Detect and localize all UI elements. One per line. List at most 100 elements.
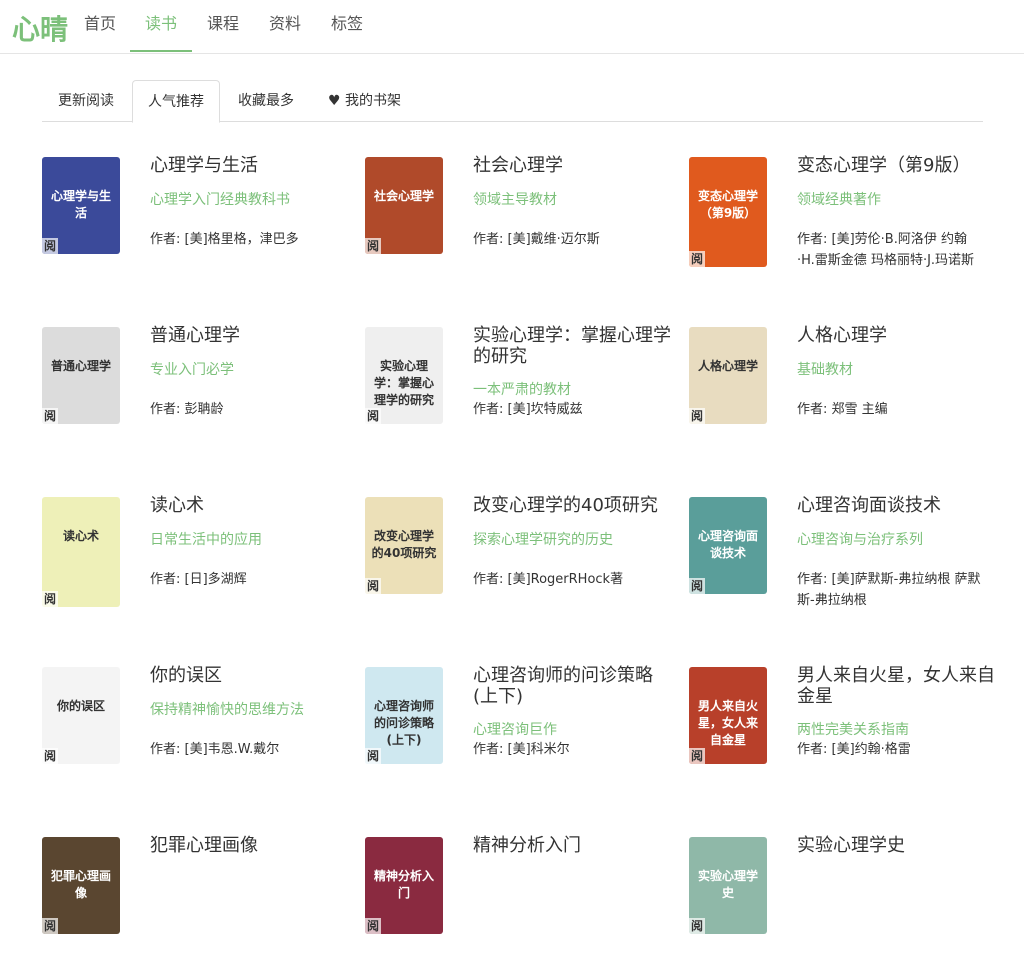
tab-latest[interactable]: 更新阅读	[42, 80, 130, 122]
cover-title: 心理咨询师的问诊策略(上下)	[373, 699, 434, 747]
book-item[interactable]: 改变心理学的40项研究 阅 改变心理学的40项研究 探索心理学研究的历史 作者:…	[365, 495, 685, 637]
book-item[interactable]: 实验心理学：掌握心理学的研究 阅 实验心理学：掌握心理学的研究 一本严肃的教材 …	[365, 325, 685, 467]
cover-title: 犯罪心理画像	[50, 869, 111, 900]
tab-my-shelf[interactable]: ♥ 我的书架	[317, 80, 412, 122]
book-author: 作者: [美]科米尔	[473, 742, 570, 757]
book-cover[interactable]: 读心术 阅	[42, 497, 120, 607]
cover-title: 人格心理学	[697, 359, 758, 373]
book-item[interactable]: 犯罪心理画像 阅 犯罪心理画像	[42, 835, 362, 977]
cover-title: 读心术	[62, 529, 99, 543]
logo[interactable]: 心晴	[12, 8, 68, 48]
book-subtitle: 保持精神愉快的思维方法	[150, 702, 304, 718]
tab-popular[interactable]: 人气推荐	[132, 80, 220, 123]
tab-most-favorited[interactable]: 收藏最多	[222, 80, 310, 122]
book-item[interactable]: 心理咨询师的问诊策略(上下) 阅 心理咨询师的问诊策略(上下) 心理咨询巨作 作…	[365, 665, 685, 807]
book-tabs: 更新阅读 人气推荐 收藏最多 ♥ 我的书架	[42, 80, 983, 123]
cover-title: 你的误区	[56, 699, 105, 713]
book-author: 作者: [美]约翰·格雷	[797, 742, 911, 757]
read-badge: 阅	[42, 748, 58, 764]
book-item[interactable]: 你的误区 阅 你的误区 保持精神愉快的思维方法 作者: [美]韦恩.W.戴尔	[42, 665, 362, 807]
read-badge: 阅	[689, 251, 705, 267]
book-cover[interactable]: 男人来自火星，女人来自金星 阅	[689, 667, 767, 764]
book-item[interactable]: 心理学与生活 阅 心理学与生活 心理学入门经典教科书 作者: [美]格里格，津巴…	[42, 155, 362, 297]
book-title[interactable]: 人格心理学	[797, 325, 997, 346]
nav-home[interactable]: 首页	[75, 0, 125, 52]
cover-title: 普通心理学	[50, 359, 111, 373]
book-title[interactable]: 实验心理学：掌握心理学的研究	[473, 325, 673, 367]
read-badge: 阅	[365, 918, 381, 934]
nav-reading[interactable]: 读书	[130, 0, 192, 52]
book-subtitle: 基础教材	[797, 362, 853, 378]
read-badge: 阅	[365, 578, 381, 594]
read-badge: 阅	[42, 918, 58, 934]
read-badge: 阅	[689, 578, 705, 594]
book-cover[interactable]: 人格心理学 阅	[689, 327, 767, 424]
nav-tags[interactable]: 标签	[322, 0, 372, 52]
book-item[interactable]: 人格心理学 阅 人格心理学 基础教材 作者: 郑雪 主编	[689, 325, 1009, 467]
book-title[interactable]: 你的误区	[150, 665, 350, 686]
cover-title: 社会心理学	[373, 189, 434, 203]
cover-title: 改变心理学的40项研究	[371, 529, 437, 560]
book-cover[interactable]: 实验心理学：掌握心理学的研究 阅	[365, 327, 443, 424]
book-subtitle: 两性完美关系指南	[797, 722, 909, 738]
book-title[interactable]: 男人来自火星，女人来自金星	[797, 665, 997, 707]
book-title[interactable]: 变态心理学（第9版）	[797, 155, 997, 176]
book-title[interactable]: 读心术	[150, 495, 350, 516]
book-author: 作者: [日]多湖辉	[150, 572, 247, 587]
book-cover[interactable]: 变态心理学（第9版） 阅	[689, 157, 767, 267]
book-cover[interactable]: 普通心理学 阅	[42, 327, 120, 424]
book-item[interactable]: 读心术 阅 读心术 日常生活中的应用 作者: [日]多湖辉	[42, 495, 362, 637]
book-subtitle: 心理咨询巨作	[473, 722, 557, 738]
book-cover[interactable]: 你的误区 阅	[42, 667, 120, 764]
book-subtitle: 日常生活中的应用	[150, 532, 262, 548]
book-title[interactable]: 精神分析入门	[473, 835, 673, 856]
book-item[interactable]: 普通心理学 阅 普通心理学 专业入门必学 作者: 彭聃龄	[42, 325, 362, 467]
book-cover[interactable]: 改变心理学的40项研究 阅	[365, 497, 443, 594]
read-badge: 阅	[689, 918, 705, 934]
book-title[interactable]: 社会心理学	[473, 155, 673, 176]
book-item[interactable]: 变态心理学（第9版） 阅 变态心理学（第9版） 领域经典著作 作者: [美]劳伦…	[689, 155, 1009, 297]
read-badge: 阅	[365, 748, 381, 764]
book-cover[interactable]: 精神分析入门 阅	[365, 837, 443, 934]
cover-title: 变态心理学（第9版）	[697, 189, 758, 220]
nav-materials[interactable]: 资料	[260, 0, 310, 52]
book-subtitle: 一本严肃的教材	[473, 382, 571, 398]
book-cover[interactable]: 社会心理学 阅	[365, 157, 443, 254]
book-subtitle: 领域主导教材	[473, 192, 557, 208]
read-badge: 阅	[42, 238, 58, 254]
tab-label: 我的书架	[345, 93, 401, 109]
book-title[interactable]: 实验心理学史	[797, 835, 997, 856]
read-badge: 阅	[689, 408, 705, 424]
book-item[interactable]: 男人来自火星，女人来自金星 阅 男人来自火星，女人来自金星 两性完美关系指南 作…	[689, 665, 1009, 807]
book-title[interactable]: 改变心理学的40项研究	[473, 495, 673, 516]
book-subtitle: 领域经典著作	[797, 192, 881, 208]
read-badge: 阅	[689, 748, 705, 764]
cover-title: 男人来自火星，女人来自金星	[697, 699, 758, 747]
book-title[interactable]: 普通心理学	[150, 325, 350, 346]
book-author: 作者: [美]萨默斯-弗拉纳根 萨默斯-弗拉纳根	[797, 572, 981, 608]
book-item[interactable]: 实验心理学史 阅 实验心理学史	[689, 835, 1009, 977]
cover-title: 心理学与生活	[50, 189, 111, 220]
cover-title: 心理咨询面谈技术	[697, 529, 758, 560]
book-cover[interactable]: 犯罪心理画像 阅	[42, 837, 120, 934]
book-subtitle: 专业入门必学	[150, 362, 234, 378]
book-title[interactable]: 犯罪心理画像	[150, 835, 350, 856]
read-badge: 阅	[42, 591, 58, 607]
book-title[interactable]: 心理学与生活	[150, 155, 350, 176]
read-badge: 阅	[365, 238, 381, 254]
book-item[interactable]: 精神分析入门 阅 精神分析入门	[365, 835, 685, 977]
cover-title: 实验心理学：掌握心理学的研究	[373, 359, 434, 407]
book-author: 作者: [美]坎特威兹	[473, 402, 583, 417]
nav-courses[interactable]: 课程	[198, 0, 248, 52]
book-cover[interactable]: 心理咨询面谈技术 阅	[689, 497, 767, 594]
book-cover[interactable]: 心理咨询师的问诊策略(上下) 阅	[365, 667, 443, 764]
book-item[interactable]: 社会心理学 阅 社会心理学 领域主导教材 作者: [美]戴维·迈尔斯	[365, 155, 685, 297]
book-item[interactable]: 心理咨询面谈技术 阅 心理咨询面谈技术 心理咨询与治疗系列 作者: [美]萨默斯…	[689, 495, 1009, 637]
book-title[interactable]: 心理咨询师的问诊策略(上下)	[473, 665, 673, 707]
book-subtitle: 心理咨询与治疗系列	[797, 532, 923, 548]
book-author: 作者: [美]韦恩.W.戴尔	[150, 742, 280, 757]
book-cover[interactable]: 实验心理学史 阅	[689, 837, 767, 934]
book-cover[interactable]: 心理学与生活 阅	[42, 157, 120, 254]
book-title[interactable]: 心理咨询面谈技术	[797, 495, 997, 516]
book-author: 作者: 彭聃龄	[150, 402, 224, 417]
